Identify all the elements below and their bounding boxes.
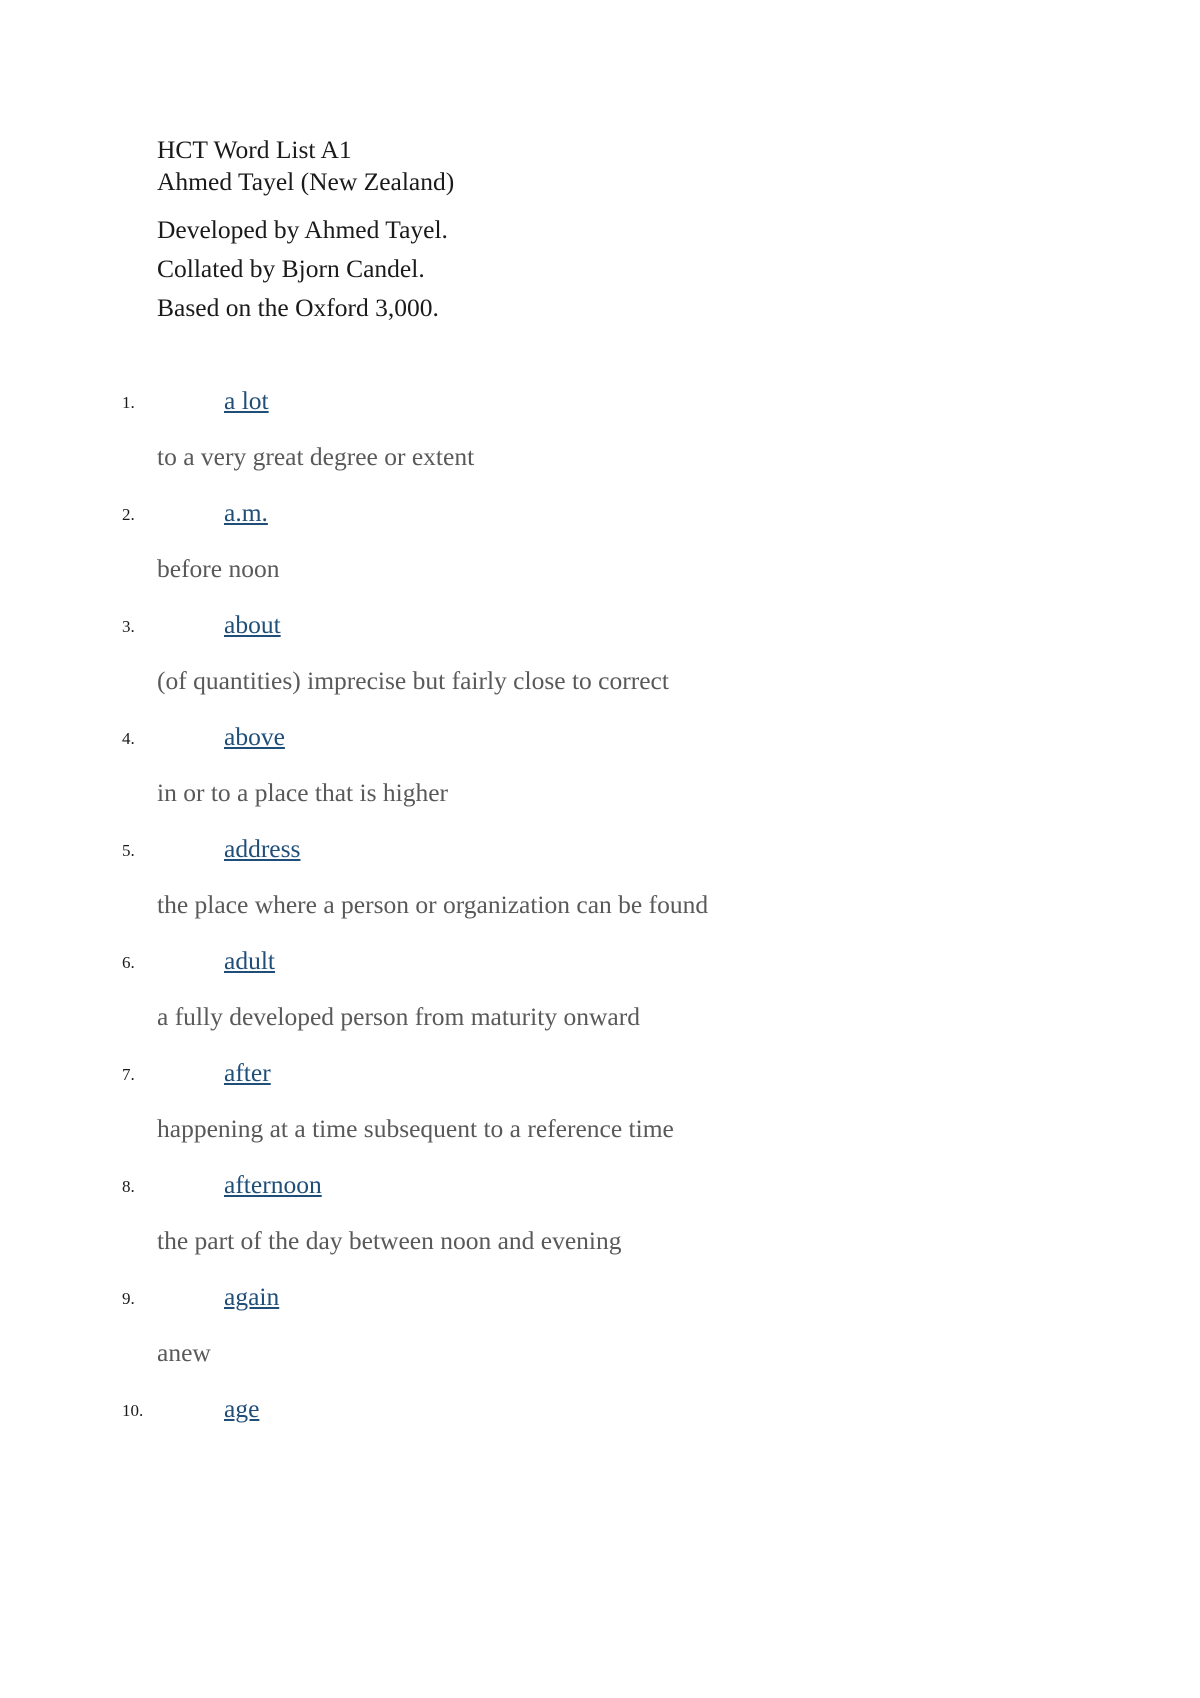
list-item: 9. again anew [0, 1274, 1200, 1386]
entry-term-link[interactable]: about [224, 608, 281, 642]
entry-term-link[interactable]: again [224, 1280, 279, 1314]
credit-line-developed-by: Developed by Ahmed Tayel. [157, 215, 448, 244]
entry-definition: anew [157, 1338, 211, 1367]
entry-term-link[interactable]: age [224, 1392, 259, 1426]
entry-header: 3. about [0, 602, 1200, 658]
entry-number: 2. [122, 505, 135, 524]
entry-definition: to a very great degree or extent [157, 442, 475, 471]
document-header: HCT Word List A1 Ahmed Tayel (New Zealan… [157, 134, 1057, 327]
entry-header: 7. after [0, 1050, 1200, 1106]
list-item: 2. a.m. before noon [0, 490, 1200, 602]
document-author: Ahmed Tayel (New Zealand) [157, 167, 455, 196]
entry-term-link[interactable]: after [224, 1056, 271, 1090]
list-item: 10. age [0, 1386, 1200, 1442]
entry-number: 5. [122, 841, 135, 860]
credit-line-collated-by: Collated by Bjorn Candel. [157, 254, 425, 283]
entry-header: 6. adult [0, 938, 1200, 994]
entry-number: 1. [122, 393, 135, 412]
list-item: 5. address the place where a person or o… [0, 826, 1200, 938]
entry-number: 9. [122, 1289, 135, 1308]
list-item: 8. afternoon the part of the day between… [0, 1162, 1200, 1274]
entry-definition: the place where a person or organization… [157, 890, 709, 919]
entry-definition: the part of the day between noon and eve… [157, 1226, 622, 1255]
entry-definition: (of quantities) imprecise but fairly clo… [157, 666, 669, 695]
entry-term-link[interactable]: afternoon [224, 1168, 322, 1202]
list-item: 4. above in or to a place that is higher [0, 714, 1200, 826]
entry-number: 3. [122, 617, 135, 636]
entry-definition: in or to a place that is higher [157, 778, 449, 807]
entry-definition: a fully developed person from maturity o… [157, 1002, 640, 1031]
entry-number: 10. [122, 1401, 144, 1420]
entry-number: 4. [122, 729, 135, 748]
entry-term-link[interactable]: address [224, 832, 300, 866]
list-item: 7. after happening at a time subsequent … [0, 1050, 1200, 1162]
word-list: 1. a lot to a very great degree or exten… [0, 378, 1200, 1442]
entry-number: 7. [122, 1065, 135, 1084]
entry-header: 5. address [0, 826, 1200, 882]
entry-definition: before noon [157, 554, 280, 583]
entry-definition: happening at a time subsequent to a refe… [157, 1114, 674, 1143]
document-title: HCT Word List A1 [157, 135, 352, 164]
entry-header: 8. afternoon [0, 1162, 1200, 1218]
entry-term-link[interactable]: a lot [224, 384, 269, 418]
entry-header: 9. again [0, 1274, 1200, 1330]
entry-term-link[interactable]: a.m. [224, 496, 268, 530]
entry-term-link[interactable]: adult [224, 944, 275, 978]
entry-term-link[interactable]: above [224, 720, 285, 754]
entry-header: 10. age [0, 1386, 1200, 1442]
entry-number: 8. [122, 1177, 135, 1196]
list-item: 3. about (of quantities) imprecise but f… [0, 602, 1200, 714]
document-page: HCT Word List A1 Ahmed Tayel (New Zealan… [0, 0, 1200, 1698]
entry-header: 2. a.m. [0, 490, 1200, 546]
entry-header: 4. above [0, 714, 1200, 770]
credit-line-based-on: Based on the Oxford 3,000. [157, 293, 439, 322]
entry-header: 1. a lot [0, 378, 1200, 434]
list-item: 1. a lot to a very great degree or exten… [0, 378, 1200, 490]
list-item: 6. adult a fully developed person from m… [0, 938, 1200, 1050]
entry-number: 6. [122, 953, 135, 972]
